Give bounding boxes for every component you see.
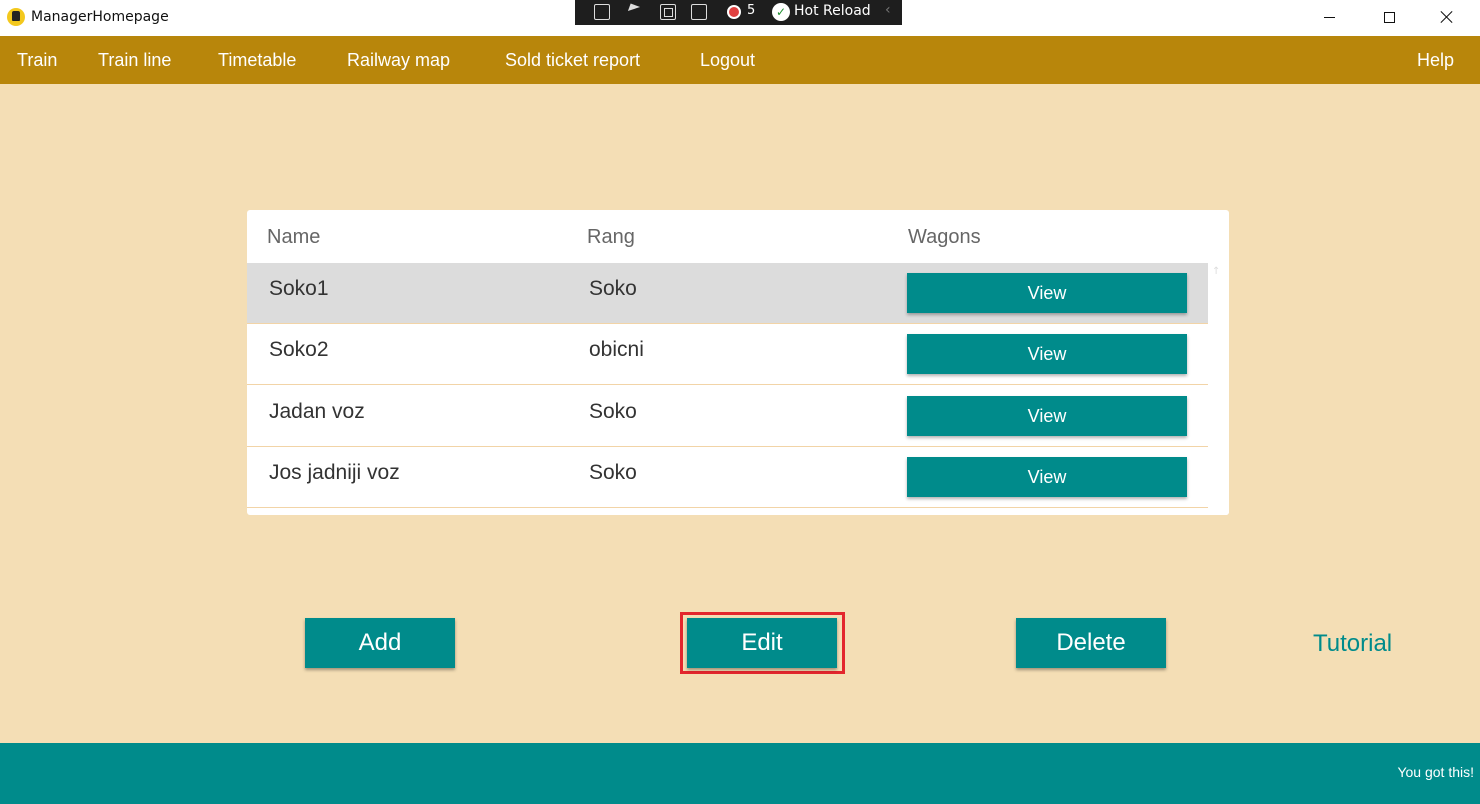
select-element-icon[interactable]: [627, 4, 643, 20]
debug-toolbar: 5 ✓ Hot Reload ‹: [575, 0, 902, 25]
view-wagons-button[interactable]: View: [907, 273, 1187, 313]
cell-name: Soko1: [269, 277, 329, 300]
cell-name: Jadan voz: [269, 400, 365, 423]
view-wagons-button[interactable]: View: [907, 396, 1187, 436]
table-row[interactable]: Soko2 obicni View: [247, 324, 1208, 385]
menu-item-timetable[interactable]: Timetable: [218, 50, 296, 71]
menu-item-train[interactable]: Train: [17, 50, 57, 71]
cell-rang: Soko: [589, 400, 637, 423]
menu-item-help[interactable]: Help: [1417, 50, 1454, 71]
cell-rang: obicni: [589, 338, 644, 361]
cell-name: Jos jadniji voz: [269, 461, 400, 484]
cell-rang: Soko: [589, 277, 637, 300]
cell-rang: Soko: [589, 461, 637, 484]
train-app-icon: [7, 8, 25, 26]
add-button[interactable]: Add: [305, 618, 455, 668]
scroll-up-arrow-icon[interactable]: ↑: [1212, 266, 1220, 277]
minimize-button[interactable]: [1306, 0, 1352, 34]
window-title: ManagerHomepage: [31, 9, 169, 25]
maximize-icon: [1383, 11, 1395, 23]
menu-item-sold-ticket-report[interactable]: Sold ticket report: [505, 50, 640, 71]
title-bar: ManagerHomepage 5 ✓ Hot Reload ‹: [0, 0, 1480, 36]
delete-button[interactable]: Delete: [1016, 618, 1166, 668]
hot-reload-label[interactable]: Hot Reload: [794, 3, 871, 19]
tutorial-link[interactable]: Tutorial: [1313, 630, 1392, 658]
column-header-rang: Rang: [587, 226, 635, 248]
cell-name: Soko2: [269, 338, 329, 361]
table-row[interactable]: Jadan voz Soko View: [247, 386, 1208, 447]
menu-item-train-line[interactable]: Train line: [98, 50, 171, 71]
collapse-toolbar-icon[interactable]: ‹: [885, 2, 891, 18]
menu-item-logout[interactable]: Logout: [700, 50, 755, 71]
column-header-wagons: Wagons: [908, 226, 981, 248]
view-wagons-button[interactable]: View: [907, 334, 1187, 374]
display-layout-adorners-icon[interactable]: [660, 4, 676, 20]
column-header-name: Name: [267, 226, 321, 248]
menu-item-railway-map[interactable]: Railway map: [347, 50, 450, 71]
close-icon: [1440, 10, 1454, 24]
table-scrollbar[interactable]: ↑: [1208, 262, 1229, 515]
maximize-button[interactable]: [1366, 0, 1412, 34]
binding-failures-icon[interactable]: [727, 5, 741, 19]
live-visual-tree-icon[interactable]: [594, 4, 610, 20]
table-row[interactable]: Jos jadniji voz Soko View: [247, 447, 1208, 508]
footer-bar: You got this!: [0, 743, 1480, 804]
menu-bar: Train Train line Timetable Railway map S…: [0, 36, 1480, 84]
edit-button[interactable]: Edit: [687, 618, 837, 668]
view-wagons-button[interactable]: View: [907, 457, 1187, 497]
footer-message: You got this!: [1397, 764, 1474, 780]
close-button[interactable]: [1424, 0, 1470, 34]
trains-table: Name Rang Wagons Soko1 Soko View Soko2 o…: [247, 210, 1229, 515]
hot-reload-check-icon: ✓: [772, 3, 790, 21]
binding-failures-count: 5: [747, 3, 756, 18]
minimize-icon: [1323, 16, 1335, 18]
track-focus-icon[interactable]: [691, 4, 707, 20]
table-row[interactable]: Soko1 Soko View: [247, 263, 1208, 324]
